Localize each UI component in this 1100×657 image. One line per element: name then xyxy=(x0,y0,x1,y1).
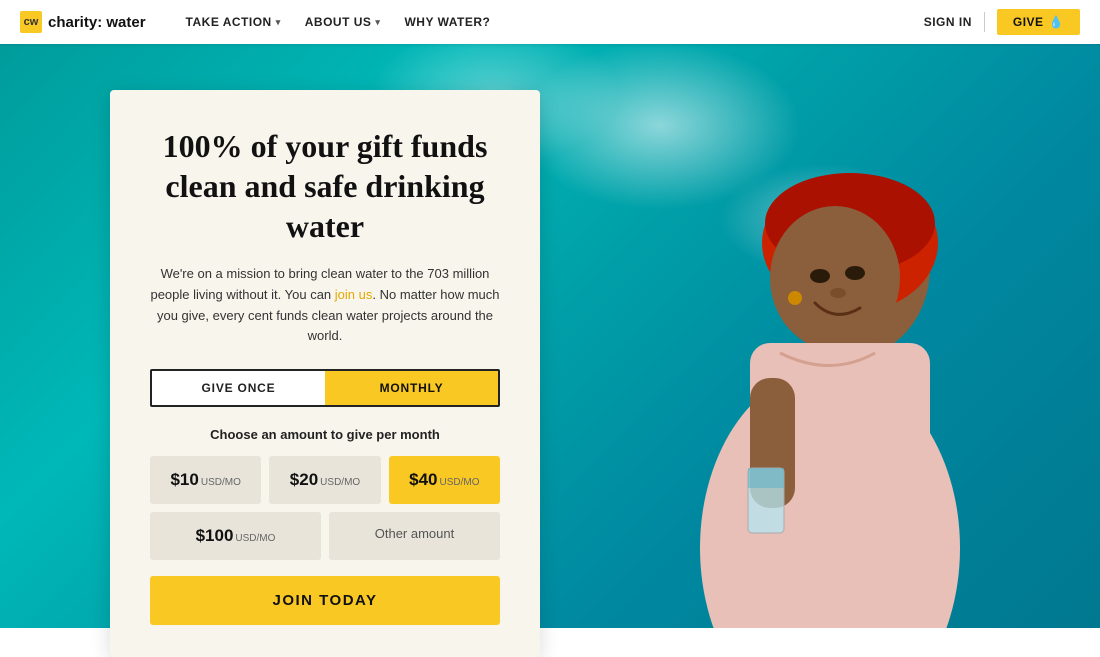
chevron-down-icon: ▾ xyxy=(375,17,380,28)
water-drop-icon: 💧 xyxy=(1049,15,1064,29)
amount-10-unit: USD/mo xyxy=(201,477,241,488)
card-subtitle: We're on a mission to bring clean water … xyxy=(150,264,500,347)
amount-40-value: $40 xyxy=(409,470,437,490)
amount-10-value: $10 xyxy=(170,470,198,490)
amount-40-unit: USD/mo xyxy=(440,477,480,488)
give-label: Give xyxy=(1013,15,1044,29)
nav-links: Take Action ▾ About Us ▾ Why Water? xyxy=(176,9,924,35)
navbar: cw charity: water Take Action ▾ About Us… xyxy=(0,0,1100,44)
logo[interactable]: cw charity: water xyxy=(20,11,146,33)
donation-card: 100% of your gift funds clean and safe d… xyxy=(110,90,540,657)
nav-item-about-us[interactable]: About Us ▾ xyxy=(295,9,391,35)
give-once-button[interactable]: Give Once xyxy=(152,371,325,405)
logo-icon: cw xyxy=(20,11,42,33)
nav-divider xyxy=(984,12,985,32)
hero-image xyxy=(620,68,1040,628)
amount-20-value: $20 xyxy=(290,470,318,490)
card-title: 100% of your gift funds clean and safe d… xyxy=(150,126,500,246)
logo-icon-text: cw xyxy=(24,16,39,28)
other-amount-label: Other amount xyxy=(375,526,455,541)
amount-20-unit: USD/mo xyxy=(320,477,360,488)
amount-100-unit: USD/mo xyxy=(235,533,275,544)
nav-right: Sign In Give 💧 xyxy=(924,9,1080,35)
amount-label: Choose an amount to give per month xyxy=(150,427,500,442)
chevron-down-icon: ▾ xyxy=(276,17,281,28)
sign-in-button[interactable]: Sign In xyxy=(924,15,972,29)
amount-10-button[interactable]: $10 USD/mo xyxy=(150,456,261,504)
give-button[interactable]: Give 💧 xyxy=(997,9,1080,35)
amount-100-button[interactable]: $100 USD/mo xyxy=(150,512,321,560)
logo-text: charity: water xyxy=(48,14,146,31)
amount-100-value: $100 xyxy=(196,526,234,546)
monthly-button[interactable]: Monthly xyxy=(325,371,498,405)
give-toggle: Give Once Monthly xyxy=(150,369,500,407)
join-today-button[interactable]: JOIN TODAY xyxy=(150,576,500,625)
amount-40-button[interactable]: $40 USD/mo xyxy=(389,456,500,504)
nav-item-take-action[interactable]: Take Action ▾ xyxy=(176,9,291,35)
other-amount-button[interactable]: Other amount xyxy=(329,512,500,560)
amount-grid-bottom: $100 USD/mo Other amount xyxy=(150,512,500,560)
amount-20-button[interactable]: $20 USD/mo xyxy=(269,456,380,504)
join-us-link[interactable]: join us xyxy=(335,287,373,302)
amount-grid-top: $10 USD/mo $20 USD/mo $40 USD/mo xyxy=(150,456,500,504)
nav-item-why-water[interactable]: Why Water? xyxy=(394,9,500,35)
